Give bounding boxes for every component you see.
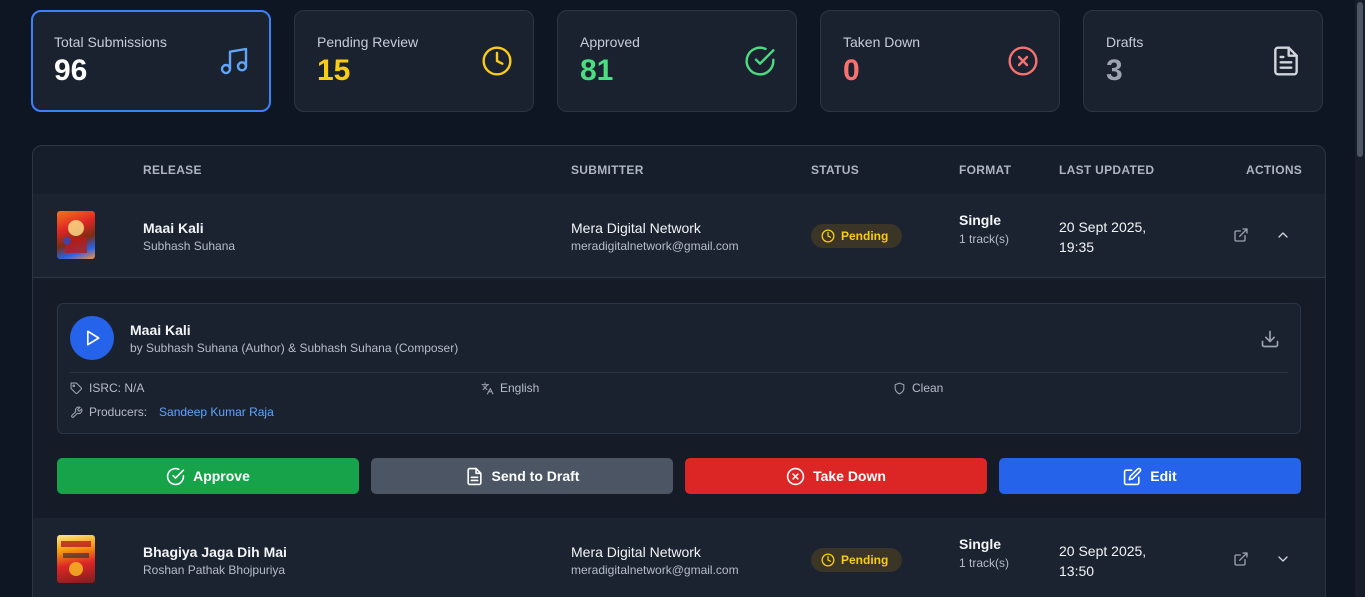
column-header-submitter: SUBMITTER	[571, 163, 644, 177]
track-count: 1 track(s)	[959, 556, 1010, 570]
shield-icon	[894, 382, 905, 394]
scrollbar-thumb[interactable]	[1357, 2, 1363, 157]
producer-link[interactable]: Sandeep Kumar Raja	[159, 405, 274, 419]
approve-label: Approve	[193, 468, 250, 484]
translate-icon	[481, 382, 494, 394]
explicit-text: Clean	[912, 381, 944, 395]
download-icon[interactable]	[1260, 329, 1280, 349]
x-circle-icon	[786, 467, 805, 485]
last-updated: 20 Sept 2025, 13:50	[1059, 543, 1147, 579]
play-button[interactable]	[70, 316, 114, 360]
release-artwork	[57, 535, 95, 583]
release-format: Single	[959, 212, 1002, 228]
release-title: Bhagiya Jaga Dih Mai	[143, 544, 287, 560]
isrc-info: ISRC: N/A	[70, 381, 144, 395]
row-expanded-details: Maai Kali by Subhash Suhana (Author) & S…	[33, 279, 1325, 518]
track-title: Maai Kali	[130, 322, 191, 338]
stat-card-pending-review[interactable]: Pending Review 15	[294, 10, 534, 112]
column-header-last-updated: LAST UPDATED	[1059, 163, 1155, 177]
last-updated: 20 Sept 2025, 19:35	[1059, 219, 1147, 255]
submitter-name: Mera Digital Network	[571, 220, 701, 236]
column-header-format: FORMAT	[959, 163, 1012, 177]
status-text: Pending	[841, 553, 889, 567]
tag-icon	[70, 382, 82, 394]
language-text: English	[500, 381, 540, 395]
release-artwork	[57, 211, 95, 259]
take-down-button[interactable]: Take Down	[685, 458, 987, 494]
clock-icon	[821, 229, 835, 243]
column-header-status: STATUS	[811, 163, 860, 177]
status-badge: Pending	[811, 224, 902, 248]
chevron-down-icon[interactable]	[1275, 551, 1291, 567]
submissions-table: RELEASE SUBMITTER STATUS FORMAT LAST UPD…	[32, 145, 1326, 597]
language-info: English	[481, 381, 539, 395]
column-header-actions: ACTIONS	[1246, 163, 1303, 177]
release-artist: Subhash Suhana	[143, 239, 236, 253]
clock-icon	[482, 46, 512, 76]
producers-info: Producers: Sandeep Kumar Raja	[70, 405, 274, 419]
stats-row: Total Submissions 96 Pending Review 15 A…	[31, 10, 1323, 112]
release-title: Maai Kali	[143, 220, 204, 236]
edit-label: Edit	[1150, 468, 1177, 484]
external-link-icon[interactable]	[1233, 551, 1249, 567]
status-text: Pending	[841, 229, 889, 243]
clock-icon	[821, 553, 835, 567]
producers-label: Producers:	[89, 405, 148, 419]
external-link-icon[interactable]	[1233, 227, 1249, 243]
send-to-draft-button[interactable]: Send to Draft	[371, 458, 673, 494]
edit-button[interactable]: Edit	[999, 458, 1301, 494]
track-count: 1 track(s)	[959, 232, 1010, 246]
stat-card-approved[interactable]: Approved 81	[557, 10, 797, 112]
track-credits: by Subhash Suhana (Author) & Subhash Suh…	[130, 341, 459, 355]
send-to-draft-label: Send to Draft	[491, 468, 580, 484]
submitter-email: meradigitalnetwork@gmail.com	[571, 239, 739, 253]
table-row[interactable]: Bhagiya Jaga Dih Mai Roshan Pathak Bhojp…	[33, 518, 1325, 597]
music-note-icon	[220, 47, 248, 75]
table-row[interactable]: Maai Kali Subhash Suhana Mera Digital Ne…	[33, 194, 1325, 278]
stat-card-drafts[interactable]: Drafts 3	[1083, 10, 1323, 112]
status-badge: Pending	[811, 548, 902, 572]
column-header-release: RELEASE	[143, 163, 202, 177]
explicit-info: Clean	[893, 381, 943, 395]
stat-card-taken-down[interactable]: Taken Down 0	[820, 10, 1060, 112]
track-card: Maai Kali by Subhash Suhana (Author) & S…	[57, 303, 1301, 434]
chevron-up-icon[interactable]	[1275, 227, 1291, 243]
document-icon	[466, 467, 482, 485]
page-scrollbar[interactable]	[1355, 0, 1365, 597]
divider	[70, 372, 1288, 373]
submitter-name: Mera Digital Network	[571, 544, 701, 560]
edit-icon	[1124, 467, 1142, 485]
play-icon	[87, 330, 100, 346]
approve-button[interactable]: Approve	[57, 458, 359, 494]
check-circle-icon	[166, 467, 185, 485]
take-down-label: Take Down	[813, 468, 886, 484]
submitter-email: meradigitalnetwork@gmail.com	[571, 563, 739, 577]
wrench-icon	[71, 406, 83, 418]
check-circle-icon	[745, 46, 775, 76]
document-icon	[1274, 46, 1298, 76]
release-format: Single	[959, 536, 1002, 552]
isrc-text: ISRC: N/A	[89, 381, 145, 395]
release-artist: Roshan Pathak Bhojpuriya	[143, 563, 286, 577]
x-circle-icon	[1008, 46, 1038, 76]
stat-card-total-submissions[interactable]: Total Submissions 96	[31, 10, 271, 112]
table-header: RELEASE SUBMITTER STATUS FORMAT LAST UPD…	[33, 146, 1325, 194]
